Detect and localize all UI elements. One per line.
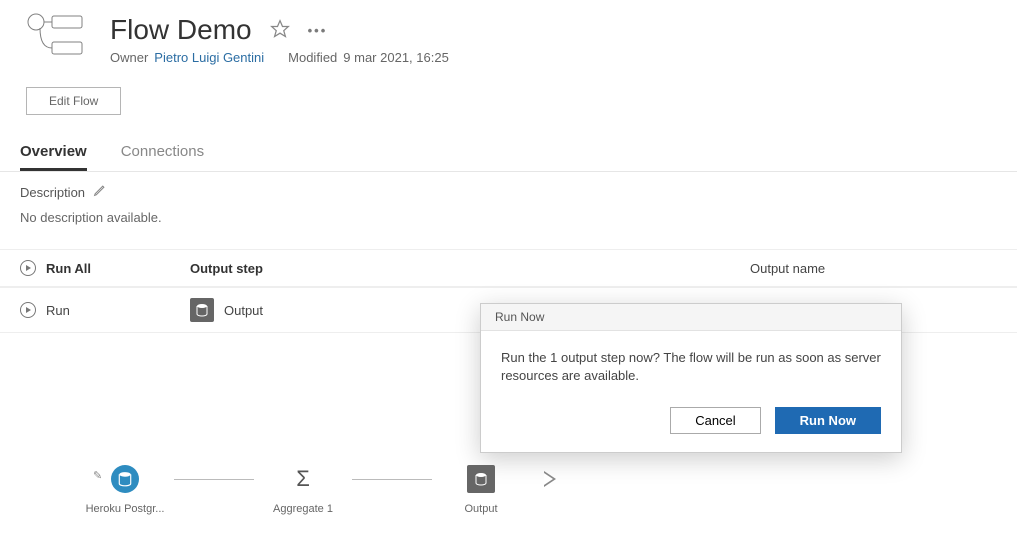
flow-node-output[interactable]: Output xyxy=(436,465,526,515)
tab-connections[interactable]: Connections xyxy=(121,143,204,171)
flow-link xyxy=(352,479,432,480)
dialog-title: Run Now xyxy=(481,304,901,331)
edit-flow-button[interactable]: Edit Flow xyxy=(26,87,121,115)
dialog-body: Run the 1 output step now? The flow will… xyxy=(481,331,901,393)
flow-node-source[interactable]: ✎ Heroku Postgr... xyxy=(80,465,170,515)
modified-label: Modified xyxy=(288,50,337,65)
sigma-icon: Σ xyxy=(289,465,317,493)
output-step-header: Output step xyxy=(190,261,750,276)
output-step-icon xyxy=(190,298,214,322)
edit-description-icon[interactable] xyxy=(93,184,106,200)
play-icon xyxy=(20,302,36,318)
output-step-label: Output xyxy=(224,303,263,318)
edit-node-icon: ✎ xyxy=(93,469,102,482)
run-now-dialog: Run Now Run the 1 output step now? The f… xyxy=(480,303,902,453)
description-text: No description available. xyxy=(20,210,997,225)
play-icon xyxy=(20,260,36,276)
flow-diagram: ✎ Heroku Postgr... Σ Aggregate 1 Output xyxy=(80,465,546,515)
flow-node-aggregate[interactable]: Σ Aggregate 1 xyxy=(258,465,348,515)
owner-link[interactable]: Pietro Luigi Gentini xyxy=(154,50,264,65)
owner-label: Owner xyxy=(110,50,148,65)
cancel-button[interactable]: Cancel xyxy=(670,407,760,434)
more-icon[interactable]: ••• xyxy=(308,23,328,38)
run-row-button[interactable]: Run xyxy=(20,302,190,318)
flow-type-icon xyxy=(26,8,86,64)
output-node-icon xyxy=(467,465,495,493)
favorite-icon[interactable] xyxy=(270,19,290,42)
modified-value: 9 mar 2021, 16:25 xyxy=(343,50,449,65)
output-name-header: Output name xyxy=(750,261,997,276)
flow-link xyxy=(174,479,254,480)
tab-overview[interactable]: Overview xyxy=(20,143,87,171)
description-label: Description xyxy=(20,185,85,200)
run-now-button[interactable]: Run Now xyxy=(775,407,881,434)
run-output-icon[interactable] xyxy=(534,471,546,487)
run-all-header[interactable]: Run All xyxy=(20,260,190,276)
page-title: Flow Demo xyxy=(110,14,252,46)
